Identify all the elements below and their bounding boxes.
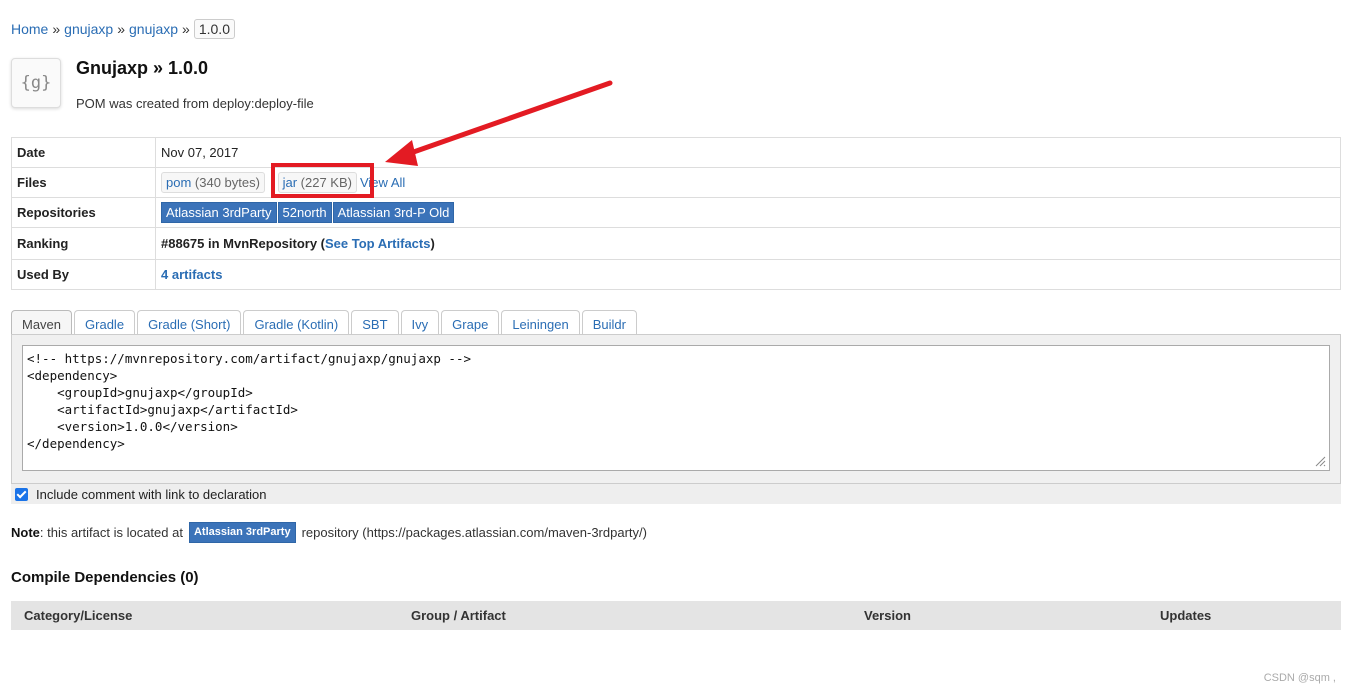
repositories-cell: Atlassian 3rdParty 52north Atlassian 3rd-P… (155, 197, 1341, 228)
info-label: Used By (11, 259, 156, 290)
dependencies-table-header: Category/License Group / Artifact Versio… (11, 601, 1341, 630)
dependency-snippet-textarea[interactable]: <!-- https://mvnrepository.com/artifact/… (22, 345, 1330, 471)
repository-note: Note: this artifact is located at Atlass… (11, 522, 647, 543)
tab-gradle-kotlin[interactable]: Gradle (Kotlin) (243, 310, 350, 335)
column-header-category-license[interactable]: Category/License (24, 608, 132, 623)
breadcrumb-separator: » (182, 21, 190, 37)
include-comment-checkbox[interactable] (15, 487, 28, 501)
watermark: CSDN @sqm , (1263, 672, 1336, 684)
repo-badge-52north[interactable]: 52north (277, 202, 332, 223)
info-label: Ranking (11, 227, 156, 260)
file-name: pom (166, 175, 192, 190)
note-prefix: : this artifact is located at (39, 525, 183, 540)
info-label: Date (11, 137, 156, 168)
tab-maven[interactable]: Maven (11, 310, 73, 336)
used-by-link[interactable]: 4 artifacts (161, 267, 222, 282)
note-repo-badge[interactable]: Atlassian 3rdParty (188, 522, 296, 543)
artifact-info-table: Date Nov 07, 2017 Files pom (340 bytes) … (11, 137, 1341, 290)
file-size: (340 bytes) (194, 175, 260, 190)
tab-sbt[interactable]: SBT (351, 310, 399, 335)
breadcrumb-separator: » (117, 21, 125, 37)
tab-leiningen[interactable]: Leiningen (501, 310, 580, 335)
ranking-value: #88675 in MvnRepository (See Top Artifac… (155, 227, 1341, 260)
tab-gradle[interactable]: Gradle (74, 310, 136, 335)
repo-badge-atlassian-3rdparty[interactable]: Atlassian 3rdParty (161, 202, 277, 223)
build-tool-tabs: Maven Gradle Gradle (Short) Gradle (Kotl… (11, 310, 639, 336)
include-comment-row: Include comment with link to declaration (11, 484, 1341, 504)
info-row-used-by: Used By 4 artifacts (11, 259, 1341, 290)
info-label: Repositories (11, 197, 156, 228)
tab-gradle-short[interactable]: Gradle (Short) (137, 310, 242, 335)
info-row-ranking: Ranking #88675 in MvnRepository (See Top… (11, 227, 1341, 260)
tab-grape[interactable]: Grape (441, 310, 500, 335)
breadcrumb-artifact-link[interactable]: gnujaxp (129, 21, 178, 37)
top-artifacts-link[interactable]: See Top Artifacts (325, 236, 430, 251)
info-row-repositories: Repositories Atlassian 3rdParty 52north At… (11, 197, 1341, 228)
ranking-text: #88675 in MvnRepository ( (161, 236, 325, 251)
tab-ivy[interactable]: Ivy (400, 310, 440, 335)
note-label: Note (11, 525, 40, 540)
breadcrumb-separator: » (52, 21, 61, 37)
info-row-files: Files pom (340 bytes) jar (227 KB) View A… (11, 167, 1341, 198)
include-comment-label[interactable]: Include comment with link to declaration (36, 487, 267, 502)
breadcrumb: Home » gnujaxp » gnujaxp » 1.0.0 (11, 18, 235, 40)
tab-buildr[interactable]: Buildr (581, 310, 637, 335)
resize-handle-icon[interactable] (1314, 455, 1326, 467)
page-title: Gnujaxp » 1.0.0 (76, 58, 209, 78)
breadcrumb-home-link[interactable]: Home (11, 21, 48, 37)
breadcrumb-group-link[interactable]: gnujaxp (64, 21, 113, 37)
column-header-version[interactable]: Version (864, 608, 911, 623)
breadcrumb-current-version: 1.0.0 (193, 19, 235, 39)
artifact-logo: {g} (11, 58, 61, 108)
ranking-suffix: ) (430, 236, 435, 251)
column-header-updates[interactable]: Updates (1160, 608, 1211, 623)
column-header-group-artifact[interactable]: Group / Artifact (411, 608, 506, 623)
artifact-description: POM was created from deploy:deploy-file (76, 96, 314, 111)
repo-badge-atlassian-3rd-p-old[interactable]: Atlassian 3rd-P Old (332, 202, 455, 223)
note-suffix: repository (https://packages.atlassian.c… (301, 525, 647, 540)
info-label: Files (11, 167, 156, 198)
file-pom-button[interactable]: pom (340 bytes) (161, 172, 265, 193)
info-row-date: Date Nov 07, 2017 (11, 137, 1341, 168)
jar-highlight-box (271, 163, 374, 198)
used-by-cell: 4 artifacts (155, 259, 1341, 290)
compile-dependencies-heading: Compile Dependencies (0) (11, 569, 199, 586)
